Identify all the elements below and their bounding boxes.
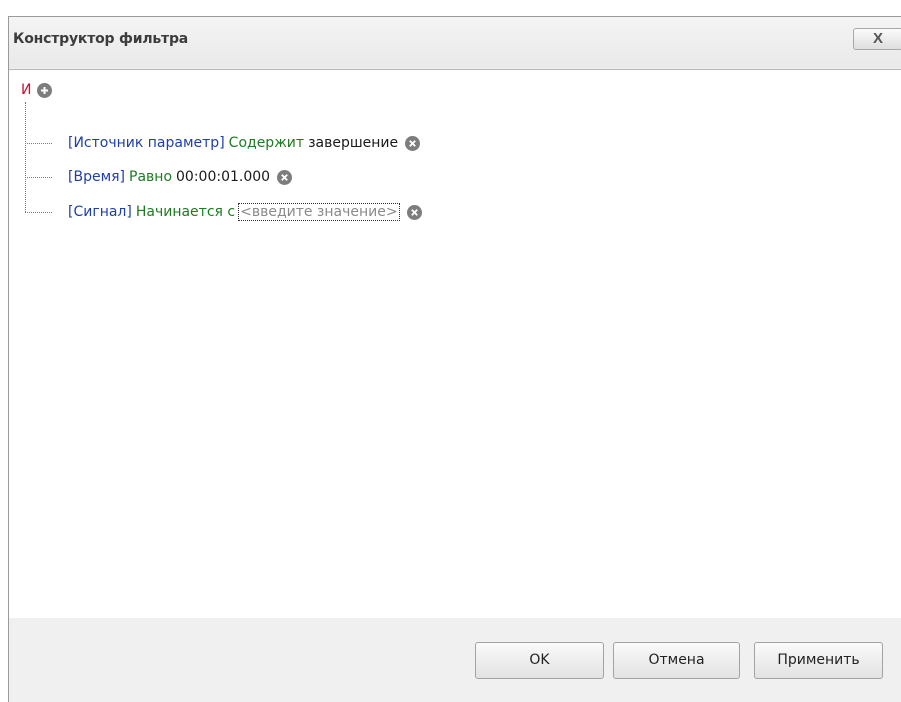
condition-row: [Сигнал] Начинается с <введите значение> — [25, 202, 422, 222]
condition-operator[interactable]: Содержит — [229, 135, 304, 151]
group-operator[interactable]: И — [21, 82, 31, 98]
tree-branch-line — [25, 176, 52, 178]
condition-value[interactable]: 00:00:01.000 — [176, 169, 270, 185]
dialog-footer: OK Отмена Применить — [9, 618, 901, 702]
condition-field[interactable]: [Сигнал] — [68, 204, 132, 220]
group-node: И — [21, 82, 53, 98]
filter-tree-editor: И [Источник параметр] Содержит завершени… — [9, 69, 901, 619]
remove-condition-icon[interactable] — [406, 204, 422, 220]
condition-field[interactable]: [Время] — [68, 169, 125, 185]
condition-field[interactable]: [Источник параметр] — [68, 135, 225, 151]
condition-operator[interactable]: Равно — [129, 169, 172, 185]
dialog-title: Конструктор фильтра — [13, 31, 189, 47]
title-bar[interactable]: Конструктор фильтра X — [9, 17, 901, 68]
close-button[interactable]: X — [853, 28, 901, 50]
tree-branch-line — [25, 211, 52, 213]
condition-row: [Источник параметр] Содержит завершение — [25, 133, 421, 153]
tree-connector-line — [25, 102, 26, 212]
condition-value[interactable]: завершение — [308, 135, 398, 151]
apply-button[interactable]: Применить — [754, 642, 883, 679]
condition-operator[interactable]: Начинается с — [136, 204, 235, 220]
tree-branch-line — [25, 142, 52, 144]
remove-condition-icon[interactable] — [277, 169, 293, 185]
condition-value-input[interactable]: <введите значение> — [238, 203, 400, 221]
filter-builder-dialog: Конструктор фильтра X И [Источник параме… — [8, 16, 901, 702]
cancel-button[interactable]: Отмена — [613, 642, 740, 679]
add-condition-icon[interactable] — [37, 82, 53, 98]
condition-row: [Время] Равно 00:00:01.000 — [25, 167, 293, 187]
remove-condition-icon[interactable] — [405, 135, 421, 151]
ok-button[interactable]: OK — [475, 642, 604, 679]
